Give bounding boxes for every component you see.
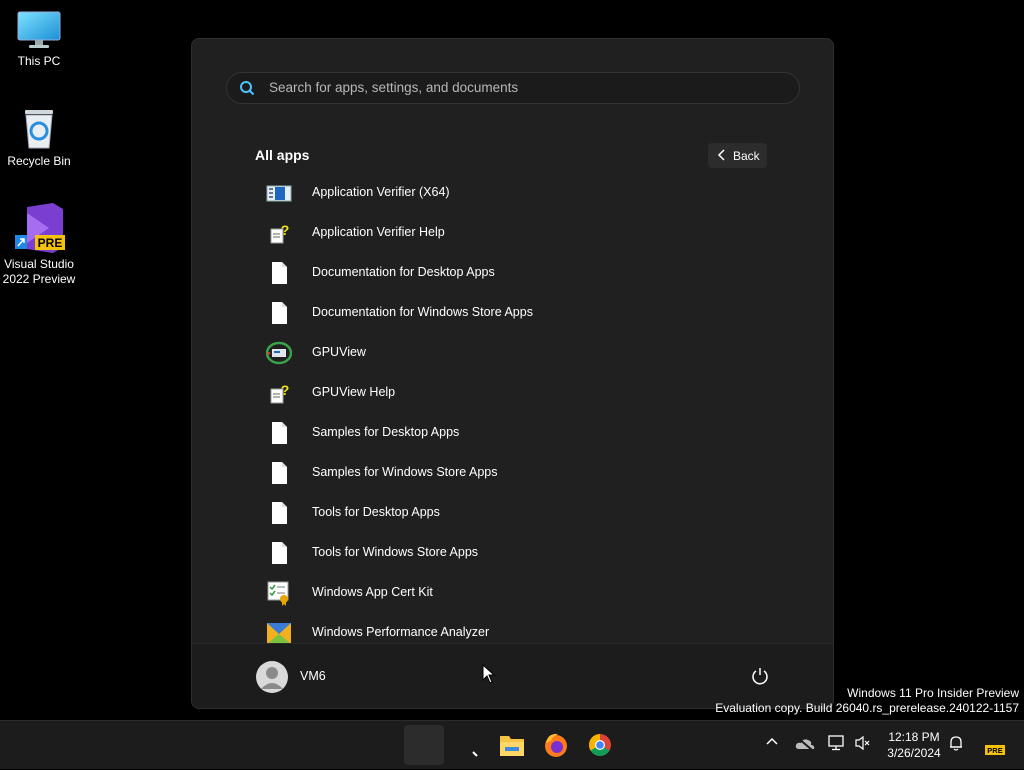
app-name: Application Verifier Help bbox=[312, 225, 445, 239]
search-icon bbox=[240, 81, 255, 96]
onedrive-offline-icon[interactable] bbox=[795, 737, 815, 751]
tray-pre-label: PRE bbox=[987, 746, 1002, 755]
taskbar: 12:18 PM 3/26/2024 PRE bbox=[0, 720, 1024, 769]
clock[interactable]: 12:18 PM 3/26/2024 bbox=[876, 729, 952, 761]
svg-text:?: ? bbox=[281, 382, 290, 398]
desktop-icon-label: Recycle Bin bbox=[7, 154, 71, 168]
cert-kit-icon bbox=[267, 581, 289, 606]
document-icon bbox=[272, 462, 287, 484]
app-name: Windows App Cert Kit bbox=[312, 585, 433, 599]
app-verifier-icon bbox=[266, 185, 292, 202]
svg-text:?: ? bbox=[281, 222, 290, 238]
desktop-icon-this-pc[interactable]: This PC bbox=[0, 10, 78, 69]
back-button[interactable]: Back bbox=[708, 143, 767, 168]
app-name: Samples for Windows Store Apps bbox=[312, 465, 498, 479]
app-name: Tools for Windows Store Apps bbox=[312, 545, 479, 559]
user-name[interactable]: VM6 bbox=[300, 669, 326, 683]
network-icon[interactable] bbox=[828, 735, 846, 751]
desktop-icon-visual-studio[interactable]: PRE Visual Studio 2022 Preview bbox=[0, 203, 78, 287]
app-name: GPUView Help bbox=[312, 385, 396, 399]
start-menu: Search for apps, settings, and documents… bbox=[191, 38, 834, 709]
notification-bell-icon[interactable] bbox=[949, 735, 963, 751]
start-button[interactable] bbox=[404, 725, 444, 765]
user-icon bbox=[261, 667, 283, 689]
search-input[interactable]: Search for apps, settings, and documents bbox=[226, 72, 800, 104]
chevron-up-icon[interactable] bbox=[765, 735, 779, 749]
pre-badge-icon: PRE bbox=[985, 745, 1005, 755]
clock-date: 3/26/2024 bbox=[887, 746, 941, 760]
document-icon bbox=[272, 502, 287, 524]
app-item[interactable]: Documentation for Desktop Apps bbox=[256, 252, 776, 292]
pre-badge: PRE bbox=[38, 236, 63, 250]
start-icon bbox=[404, 725, 444, 765]
file-explorer-button[interactable] bbox=[492, 725, 532, 765]
power-icon[interactable] bbox=[750, 666, 770, 686]
app-name: Samples for Desktop Apps bbox=[312, 425, 460, 439]
watermark-line2: Evaluation copy. Build 26040.rs_prerelea… bbox=[715, 701, 1019, 715]
chrome-icon bbox=[589, 734, 611, 756]
help-file-icon: ? bbox=[270, 222, 290, 244]
visual-studio-icon: PRE bbox=[15, 203, 65, 253]
search-button[interactable] bbox=[456, 725, 496, 765]
app-name: Tools for Desktop Apps bbox=[312, 505, 440, 519]
back-label: Back bbox=[733, 149, 760, 163]
desktop-icon-recycle-bin[interactable]: Recycle Bin bbox=[0, 106, 78, 169]
desktop-icon-label: 2022 Preview bbox=[2, 272, 76, 286]
firefox-button[interactable] bbox=[536, 725, 576, 765]
app-item[interactable]: ? GPUView Help bbox=[256, 372, 776, 412]
start-footer: VM6 bbox=[192, 643, 833, 708]
recycle-bin-icon bbox=[25, 110, 53, 149]
clock-time: 12:18 PM bbox=[888, 730, 940, 744]
app-name: Documentation for Windows Store Apps bbox=[312, 305, 533, 319]
app-name: GPUView bbox=[312, 345, 366, 359]
app-item[interactable]: Samples for Desktop Apps bbox=[256, 412, 776, 452]
volume-muted-icon[interactable] bbox=[855, 735, 871, 751]
app-name: Application Verifier (X64) bbox=[312, 185, 450, 199]
app-item[interactable]: Tools for Desktop Apps bbox=[256, 492, 776, 532]
chrome-button[interactable] bbox=[580, 725, 620, 765]
document-icon bbox=[272, 542, 287, 564]
watermark-line1: Windows 11 Pro Insider Preview bbox=[847, 686, 1019, 700]
monitor-icon bbox=[17, 11, 61, 48]
file-explorer-icon bbox=[500, 736, 524, 756]
app-item[interactable]: ? Application Verifier Help bbox=[256, 212, 776, 252]
search-icon bbox=[472, 751, 478, 757]
desktop-icon-label: Visual Studio bbox=[4, 257, 74, 271]
app-list: Application Verifier (X64) ? Application… bbox=[256, 172, 776, 652]
mouse-cursor bbox=[482, 664, 496, 684]
desktop-icon-label: This PC bbox=[17, 54, 61, 68]
app-item[interactable]: GPUView bbox=[256, 332, 776, 372]
user-avatar[interactable] bbox=[256, 661, 288, 693]
app-item[interactable]: Windows App Cert Kit bbox=[256, 572, 776, 612]
document-icon bbox=[272, 262, 287, 284]
app-name: Documentation for Desktop Apps bbox=[312, 265, 495, 279]
firefox-icon bbox=[545, 733, 567, 757]
app-item[interactable]: Tools for Windows Store Apps bbox=[256, 532, 776, 572]
app-item[interactable]: Application Verifier (X64) bbox=[256, 172, 776, 212]
app-item[interactable]: Samples for Windows Store Apps bbox=[256, 452, 776, 492]
chevron-left-icon bbox=[717, 149, 725, 161]
document-icon bbox=[272, 422, 287, 444]
help-file-icon: ? bbox=[270, 382, 290, 404]
document-icon bbox=[272, 302, 287, 324]
search-placeholder: Search for apps, settings, and documents bbox=[269, 80, 519, 95]
app-name: Windows Performance Analyzer bbox=[312, 625, 490, 639]
app-item[interactable]: Documentation for Windows Store Apps bbox=[256, 292, 776, 332]
gpuview-icon bbox=[266, 341, 292, 365]
section-title: All apps bbox=[255, 147, 310, 163]
